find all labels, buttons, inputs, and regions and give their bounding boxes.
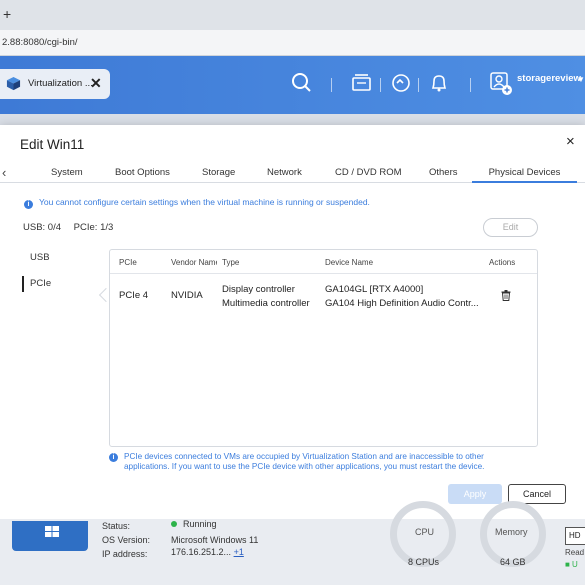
notice-text: You cannot configure certain settings wh… xyxy=(39,197,370,207)
os-version-label: OS Version: xyxy=(102,535,151,545)
cell-device-1: GA104GL [RTX A4000] xyxy=(325,284,424,295)
cell-vendor: NVIDIA xyxy=(171,290,203,301)
info-icon: i xyxy=(109,453,118,462)
chevron-left-icon[interactable]: ‹ xyxy=(2,165,6,180)
app-tab-title: Virtualization ... xyxy=(28,78,93,89)
cell-pcie: PCIe 4 xyxy=(119,290,149,301)
chevron-down-icon[interactable]: ▼ xyxy=(577,75,585,84)
ip-address-label: IP address: xyxy=(102,549,148,559)
status-value: Running xyxy=(171,519,217,529)
virtualization-logo-icon xyxy=(6,76,21,91)
memory-value: 64 GB xyxy=(500,557,526,567)
cpu-value: 8 CPUs xyxy=(408,557,440,567)
cell-type-2: Multimedia controller xyxy=(222,298,310,309)
apply-button[interactable]: Apply xyxy=(448,484,502,504)
header-divider xyxy=(418,78,419,92)
tab-system[interactable]: System xyxy=(51,167,83,178)
device-type-nav: USB PCIe xyxy=(22,250,102,302)
new-tab-button[interactable]: + xyxy=(3,6,11,22)
tab-network[interactable]: Network xyxy=(267,167,302,178)
tasks-icon[interactable] xyxy=(349,70,375,96)
pcie-warning-note: i PCIe devices connected to VMs are occu… xyxy=(109,452,529,472)
ready-status: ■ U xyxy=(565,560,578,569)
dialog-tabs: ‹ System Boot Options Storage Network CD… xyxy=(0,165,585,183)
edit-vm-dialog: Edit Win11 × ‹ System Boot Options Stora… xyxy=(0,125,585,519)
os-version-value: Microsoft Windows 11 xyxy=(171,535,259,545)
edit-button[interactable]: Edit xyxy=(483,218,538,237)
tab-storage[interactable]: Storage xyxy=(202,167,235,178)
search-icon[interactable] xyxy=(289,70,315,96)
tab-cd-dvd-rom[interactable]: CD / DVD ROM xyxy=(335,167,402,178)
pcie-count: PCIe: 1/3 xyxy=(73,222,114,233)
header-divider xyxy=(470,78,471,92)
url-text: 2.88:8080/cgi-bin/ xyxy=(2,37,78,48)
hd-badge[interactable]: HD xyxy=(565,527,585,545)
cpu-label: CPU xyxy=(415,527,435,537)
trash-icon[interactable] xyxy=(501,290,511,301)
vm-summary-background: Status: Running OS Version: Microsoft Wi… xyxy=(0,501,585,585)
app-tab-close-icon[interactable]: ✕ xyxy=(90,75,102,92)
column-header-actions: Actions xyxy=(489,258,516,267)
close-icon[interactable]: × xyxy=(566,133,575,150)
notification-bell-icon[interactable] xyxy=(426,70,452,96)
ready-label: Read xyxy=(565,548,585,557)
address-bar[interactable]: 2.88:8080/cgi-bin/ xyxy=(0,30,585,56)
column-header-vendor: Vendor Name xyxy=(171,258,217,267)
header-divider xyxy=(380,78,381,92)
column-header-device-name: Device Name xyxy=(325,258,374,267)
cell-device-2: GA104 High Definition Audio Contr... xyxy=(325,298,479,309)
running-status-dot xyxy=(171,521,177,527)
dialog-title: Edit Win11 xyxy=(20,137,85,152)
memory-label: Memory xyxy=(495,527,528,537)
windows-logo-icon xyxy=(45,526,59,537)
column-header-type: Type xyxy=(222,258,240,267)
cell-type-1: Display controller xyxy=(222,284,295,295)
header-divider xyxy=(331,78,332,92)
browser-tab-strip: + xyxy=(0,0,585,30)
sync-icon[interactable] xyxy=(388,70,414,96)
usb-count: USB: 0/4 xyxy=(23,222,62,233)
pcie-warning-text: PCIe devices connected to VMs are occupi… xyxy=(124,452,485,471)
user-avatar-icon[interactable] xyxy=(487,70,513,96)
table-row[interactable]: PCIe 4 NVIDIA Display controller Multime… xyxy=(110,275,537,317)
tab-boot-options[interactable]: Boot Options xyxy=(115,167,170,178)
tab-others[interactable]: Others xyxy=(429,167,458,178)
table-header: PCIe Vendor Name Type Device Name Action… xyxy=(110,250,537,274)
device-counts: USB: 0/4 PCIe: 1/3 xyxy=(23,222,123,233)
status-label: Status: xyxy=(102,521,131,531)
vm-thumbnail[interactable] xyxy=(12,521,88,551)
sidebar-item-pcie[interactable]: PCIe xyxy=(22,276,102,292)
pcie-device-table: PCIe Vendor Name Type Device Name Action… xyxy=(109,249,538,447)
column-header-pcie: PCIe xyxy=(119,258,137,267)
tab-physical-devices[interactable]: Physical Devices xyxy=(472,167,577,183)
app-tab-virtualization[interactable]: Virtualization ... ✕ xyxy=(0,69,110,99)
username-label[interactable]: storagereview xyxy=(517,73,581,84)
app-header: Virtualization ... ✕ storagereview ▼ xyxy=(0,56,585,114)
sidebar-item-usb[interactable]: USB xyxy=(22,250,102,266)
ip-address-value: 176.16.251.2... +1 xyxy=(171,547,244,557)
settings-notice: i You cannot configure certain settings w… xyxy=(24,197,370,209)
info-icon: i xyxy=(24,200,33,209)
ip-more-link[interactable]: +1 xyxy=(234,547,244,557)
